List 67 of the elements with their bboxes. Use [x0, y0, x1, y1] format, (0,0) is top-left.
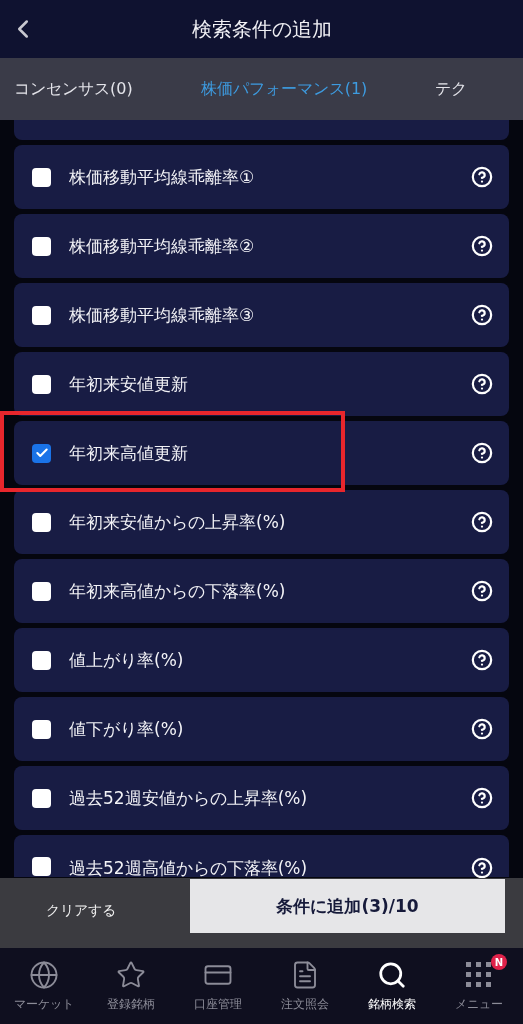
condition-row[interactable]: 年初来高値更新	[14, 421, 509, 485]
help-icon[interactable]	[471, 166, 493, 188]
checkbox[interactable]	[32, 719, 51, 739]
help-icon[interactable]	[471, 373, 493, 395]
help-icon[interactable]	[471, 857, 493, 878]
help-icon[interactable]	[471, 649, 493, 671]
tab[interactable]: 株価パフォーマンス(1)	[200, 78, 368, 100]
clear-button[interactable]: クリアする	[46, 901, 116, 920]
condition-label: 値下がり率(%)	[69, 717, 185, 741]
condition-label: 株価移動平均線乖離率①	[69, 165, 256, 189]
nav-label: メニュー	[455, 995, 504, 1013]
condition-label: 年初来安値更新	[69, 372, 189, 396]
checkbox[interactable]	[32, 857, 51, 876]
help-icon[interactable]	[471, 511, 493, 533]
nav-item[interactable]: 銘柄検索	[348, 948, 436, 1024]
nav-label: マーケット	[13, 995, 74, 1013]
condition-label: 株価移動平均線乖離率③	[69, 303, 256, 327]
tab[interactable]: コンセンサス(0)	[14, 78, 133, 100]
condition-row[interactable]: 年初来安値からの上昇率(%)	[14, 490, 509, 554]
help-icon[interactable]	[471, 580, 493, 602]
checkbox[interactable]	[32, 788, 51, 808]
checkbox[interactable]	[32, 305, 51, 325]
help-icon[interactable]	[471, 718, 493, 740]
checkbox[interactable]	[32, 443, 51, 463]
checkbox[interactable]	[32, 512, 51, 532]
condition-row[interactable]: 年初来安値更新	[14, 352, 509, 416]
nav-label: 登録銘柄	[106, 995, 155, 1013]
search-icon	[377, 959, 408, 990]
condition-row[interactable]: 値上がり率(%)	[14, 628, 509, 692]
nav-item[interactable]: 口座管理	[174, 948, 262, 1024]
checkbox[interactable]	[32, 236, 51, 256]
globe-icon	[28, 959, 59, 990]
condition-label: 株価移動平均線乖離率②	[69, 234, 256, 258]
nav-label: 注文照会	[281, 995, 330, 1013]
check-icon	[34, 446, 49, 460]
condition-row[interactable]: 株価移動平均線乖離率②	[14, 214, 509, 278]
condition-row[interactable]: 過去52週安値からの上昇率(%)	[14, 766, 509, 830]
condition-label: 過去52週高値からの下落率(%)	[69, 857, 309, 878]
notification-badge: N	[491, 954, 508, 970]
nav-label: 銘柄検索	[368, 995, 417, 1013]
condition-label: 値上がり率(%)	[69, 648, 185, 672]
condition-row[interactable]: 年初来高値からの下落率(%)	[14, 559, 509, 623]
window-title: 検索条件の追加	[191, 15, 332, 43]
help-icon[interactable]	[471, 235, 493, 257]
nav-label: 口座管理	[193, 995, 242, 1013]
condition-label: 年初来高値更新	[69, 441, 189, 465]
condition-row[interactable]: 値下がり率(%)	[14, 697, 509, 761]
condition-row[interactable]: 株価移動平均線乖離率③	[14, 283, 509, 347]
condition-label: 過去52週安値からの上昇率(%)	[69, 786, 309, 810]
add-condition-button[interactable]: 条件に追加(3)/10	[190, 879, 505, 933]
nav-item[interactable]: N メニュー	[435, 948, 523, 1024]
checkbox[interactable]	[32, 374, 51, 394]
tab[interactable]: テク	[435, 78, 468, 100]
help-icon[interactable]	[471, 304, 493, 326]
checkbox[interactable]	[32, 581, 51, 601]
nav-item[interactable]: マーケット	[0, 948, 88, 1024]
condition-label: 年初来高値からの下落率(%)	[69, 579, 287, 603]
nav-item[interactable]: 登録銘柄	[87, 948, 175, 1024]
help-icon[interactable]	[471, 787, 493, 809]
checkbox[interactable]	[32, 167, 51, 187]
checkbox[interactable]	[32, 650, 51, 670]
condition-row[interactable]: 過去52週高値からの下落率(%)	[14, 835, 509, 877]
condition-label: 年初来安値からの上昇率(%)	[69, 510, 287, 534]
condition-row[interactable]: 株価移動平均線乖離率①	[14, 145, 509, 209]
help-icon[interactable]	[471, 442, 493, 464]
nav-item[interactable]: 注文照会	[261, 948, 349, 1024]
star-icon	[115, 959, 146, 990]
